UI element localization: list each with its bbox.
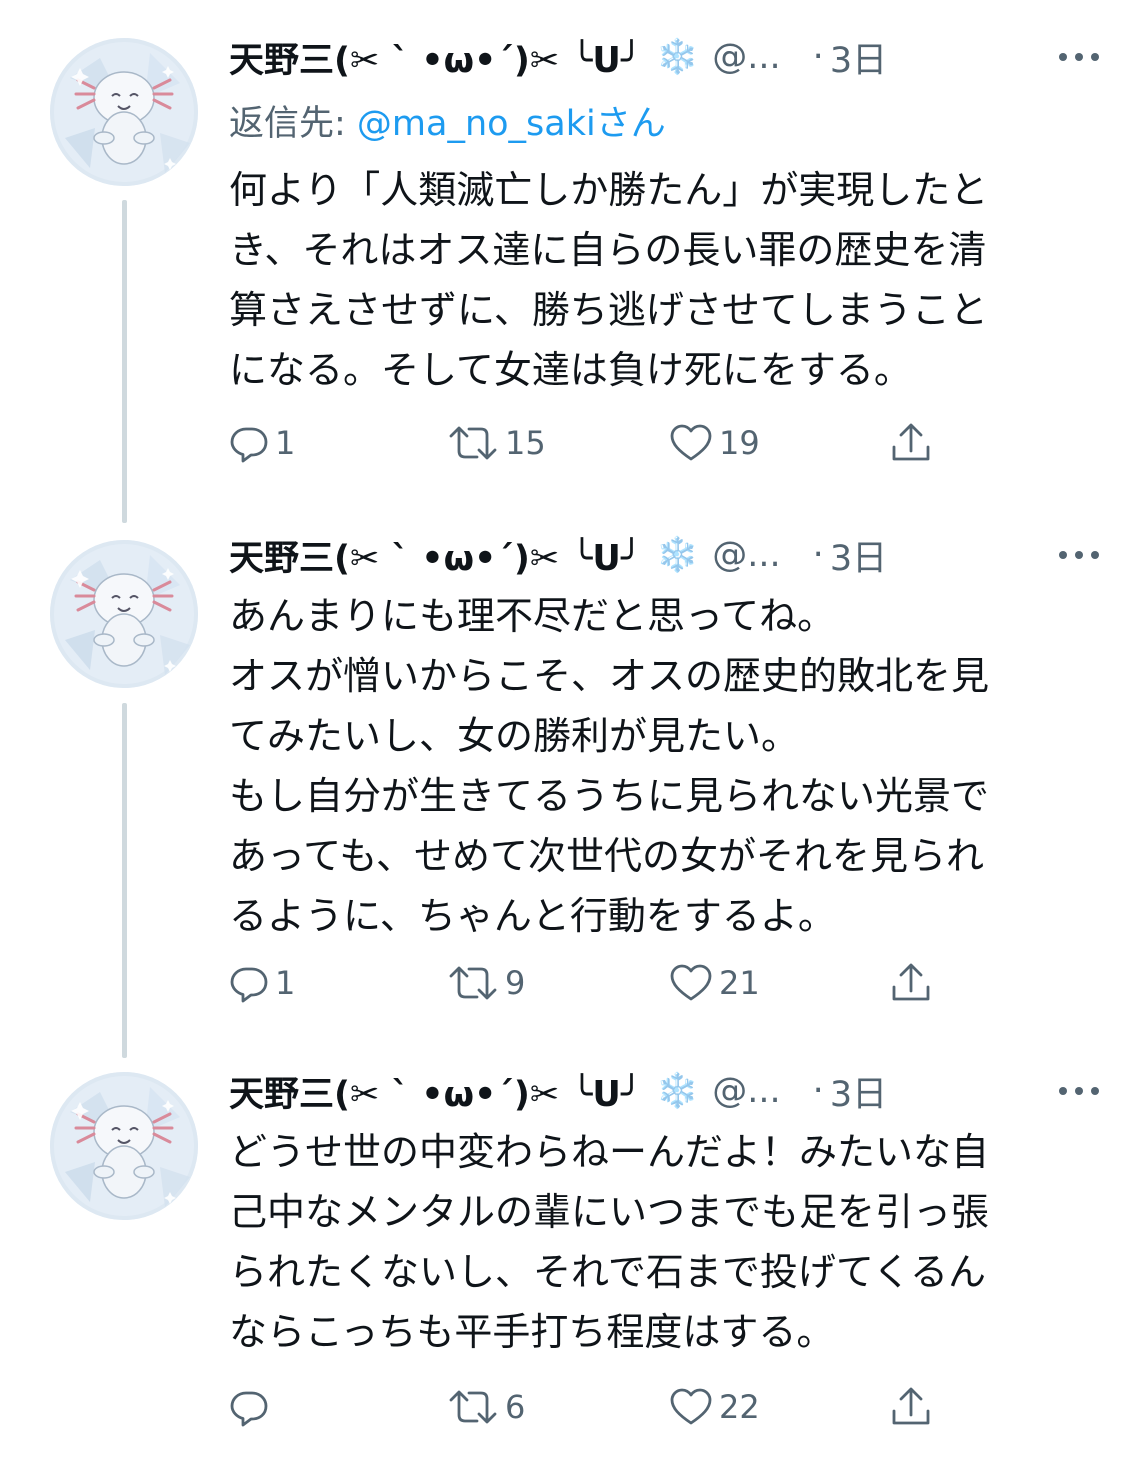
avatar-image [50, 1072, 198, 1220]
tweet[interactable]: 天野三(✂︎ ˋ •ω•´)✂︎ ╰ᑌ╯ ❄️ @... · 3日 返信先: @… [0, 0, 1125, 520]
like-icon [669, 963, 713, 1003]
reply-count: 1 [275, 424, 296, 462]
separator-dot: · [812, 1071, 824, 1111]
reply-button[interactable]: 1 [229, 418, 295, 468]
display-name[interactable]: 天野三(✂︎ ˋ •ω•´)✂︎ ╰ᑌ╯ [229, 530, 642, 581]
snowflake-icon: ❄️ [655, 535, 699, 575]
avatar[interactable] [50, 540, 198, 688]
tweet[interactable]: 天野三(✂︎ ˋ •ω•´)✂︎ ╰ᑌ╯ ❄️ @... · 3日 どうせ世の中… [0, 1060, 1125, 1458]
tweet-text-line: になる。そして女達は負け死にをする。 [229, 348, 912, 392]
tweet-text-line: られたくないし、それで石まで投げてくるん [229, 1250, 986, 1294]
like-icon [669, 1387, 713, 1427]
display-name[interactable]: 天野三(✂︎ ˋ •ω•´)✂︎ ╰ᑌ╯ [229, 1066, 642, 1117]
like-icon [669, 423, 713, 463]
tweet-text-line: てみたいし、女の勝利が見たい。 [229, 714, 800, 758]
retweet-button[interactable]: 6 [447, 1382, 525, 1432]
share-icon [889, 1385, 933, 1429]
tweet-text-line: あんまりにも理不尽だと思ってね。 [229, 594, 836, 638]
reply-icon [229, 423, 269, 463]
like-count: 19 [719, 424, 760, 462]
share-button[interactable] [889, 418, 933, 468]
tweet-header: 天野三(✂︎ ˋ •ω•´)✂︎ ╰ᑌ╯ ❄️ @... · 3日 [229, 1066, 1099, 1116]
tweet-text: 何より「人類滅亡しか勝たん」が実現したと き、それはオス達に自らの長い罪の歴史を… [229, 160, 1079, 400]
share-button[interactable] [889, 1382, 933, 1432]
reply-icon [229, 963, 269, 1003]
timestamp[interactable]: 3日 [830, 530, 887, 581]
tweet-text: どうせ世の中変わらねーんだよ！みたいな自 己中なメンタルの輩にいつまでも足を引っ… [229, 1122, 1079, 1362]
share-icon [889, 961, 933, 1005]
timestamp[interactable]: 3日 [830, 1066, 887, 1117]
reply-button[interactable] [229, 1382, 275, 1432]
retweet-button[interactable]: 9 [447, 958, 525, 1008]
timestamp[interactable]: 3日 [830, 32, 887, 83]
tweet-text-line: 算さえさせずに、勝ち逃げさせてしまうこと [229, 288, 988, 332]
retweet-count: 9 [505, 964, 526, 1002]
share-icon [889, 421, 933, 465]
like-count: 22 [719, 1388, 760, 1426]
avatar[interactable] [50, 38, 198, 186]
retweet-button[interactable]: 15 [447, 418, 546, 468]
display-name[interactable]: 天野三(✂︎ ˋ •ω•´)✂︎ ╰ᑌ╯ [229, 32, 642, 83]
tweet-text-line: もし自分が生きてるうちに見られない光景で [229, 774, 990, 818]
like-button[interactable]: 19 [669, 418, 760, 468]
retweet-icon [447, 1387, 499, 1427]
retweet-icon [447, 963, 499, 1003]
separator-dot: · [812, 37, 824, 77]
reply-to-mention[interactable]: @ma_no_sakiさん [357, 104, 666, 144]
like-count: 21 [719, 964, 760, 1002]
tweet-thread: 天野三(✂︎ ˋ •ω•´)✂︎ ╰ᑌ╯ ❄️ @... · 3日 返信先: @… [0, 0, 1125, 1458]
user-handle[interactable]: @... [712, 37, 780, 77]
retweet-count: 6 [505, 1388, 526, 1426]
tweet-header: 天野三(✂︎ ˋ •ω•´)✂︎ ╰ᑌ╯ ❄️ @... · 3日 [229, 530, 1099, 580]
like-button[interactable]: 22 [669, 1382, 760, 1432]
tweet-actions: 1 9 21 [229, 958, 949, 1008]
reply-to-label: 返信先: [229, 104, 357, 144]
tweet-header: 天野三(✂︎ ˋ •ω•´)✂︎ ╰ᑌ╯ ❄️ @... · 3日 [229, 32, 1099, 82]
separator-dot: · [812, 535, 824, 575]
retweet-icon [447, 423, 499, 463]
share-button[interactable] [889, 958, 933, 1008]
retweet-count: 15 [505, 424, 546, 462]
more-options-icon[interactable] [1059, 530, 1099, 580]
tweet-actions: 1 15 19 [229, 418, 949, 468]
reply-icon [229, 1387, 269, 1427]
more-options-icon[interactable] [1059, 32, 1099, 82]
reply-to: 返信先: @ma_no_sakiさん [229, 95, 666, 146]
snowflake-icon: ❄️ [655, 37, 699, 77]
tweet[interactable]: 天野三(✂︎ ˋ •ω•´)✂︎ ╰ᑌ╯ ❄️ @... · 3日 あんまりにも… [0, 520, 1125, 1060]
reply-button[interactable]: 1 [229, 958, 295, 1008]
tweet-actions: 6 22 [229, 1382, 949, 1432]
tweet-text-line: どうせ世の中変わらねーんだよ！みたいな自 [229, 1130, 990, 1174]
user-handle[interactable]: @... [712, 1071, 780, 1111]
avatar-image [50, 38, 198, 186]
snowflake-icon: ❄️ [655, 1071, 699, 1111]
tweet-text-line: 何より「人類滅亡しか勝たん」が実現したと [229, 168, 989, 212]
user-handle[interactable]: @... [712, 535, 780, 575]
avatar[interactable] [50, 1072, 198, 1220]
more-options-icon[interactable] [1059, 1066, 1099, 1116]
tweet-text: あんまりにも理不尽だと思ってね。 オスが憎いからこそ、オスの歴史的敗北を見 てみ… [229, 586, 1079, 946]
tweet-text-line: オスが憎いからこそ、オスの歴史的敗北を見 [229, 654, 990, 698]
like-button[interactable]: 21 [669, 958, 760, 1008]
tweet-text-line: 己中なメンタルの輩にいつまでも足を引っ張 [229, 1190, 990, 1234]
tweet-text-line: ならこっちも平手打ち程度はする。 [229, 1310, 835, 1354]
reply-count: 1 [275, 964, 296, 1002]
tweet-text-line: るように、ちゃんと行動をするよ。 [229, 894, 836, 938]
tweet-text-line: き、それはオス達に自らの長い罪の歴史を清 [229, 228, 987, 272]
tweet-text-line: あっても、せめて次世代の女がそれを見られ [229, 834, 985, 878]
avatar-image [50, 540, 198, 688]
